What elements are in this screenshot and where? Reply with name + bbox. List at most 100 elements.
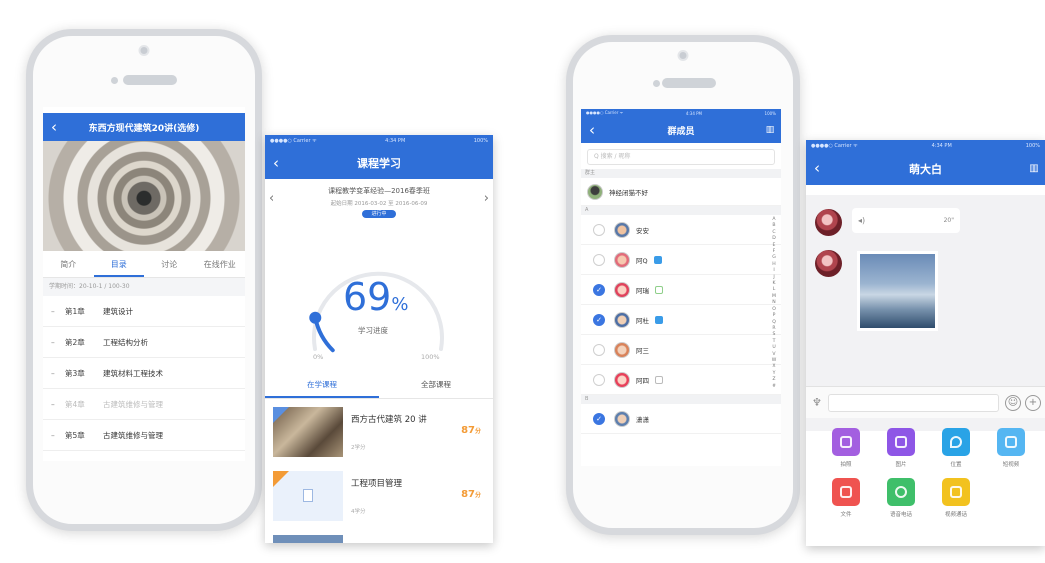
tab-discussion[interactable]: 讨论 [144, 251, 195, 277]
chapter-name: 工程结构分析 [103, 337, 148, 347]
member-name: 阿瑞 [636, 286, 649, 295]
battery-label: 100% [1025, 143, 1040, 149]
chapter-row[interactable]: – 第5章 古建筑维修与管理 [43, 420, 245, 451]
avatar [587, 183, 603, 200]
chapter-number: 第5章 [65, 430, 85, 440]
alphabet-index[interactable]: A B C D E F G H I J K L M N O P Q R S T U V W X Y Z # [771, 217, 777, 390]
member-name: 阿Q [636, 256, 648, 265]
course-score: 87分 [461, 425, 481, 436]
course-card[interactable]: 工程项目管理 4学分 87分 [273, 471, 487, 529]
section-header: 群主 [581, 169, 781, 178]
back-icon[interactable]: ‹ [806, 161, 828, 176]
member-checkbox[interactable] [593, 253, 605, 266]
chat-title: 萌大白 [909, 162, 942, 176]
section-header: A [581, 206, 781, 215]
member-checkbox[interactable] [593, 373, 605, 386]
chapter-row[interactable]: – 第2章 工程结构分析 [43, 327, 245, 358]
video-clip-icon [997, 428, 1025, 456]
score-unit: 分 [474, 492, 481, 499]
emoji-icon[interactable]: ☺ [1005, 394, 1021, 411]
member-row[interactable]: 阿四 [581, 365, 781, 395]
group-members-screen: ●●●●○ Carrier ᯤ 4:34 PM 100% ‹ 群成员 ▥ Q 搜… [581, 109, 781, 466]
owner-row[interactable]: 神经闭猫不好 [581, 178, 781, 206]
nav-bar: ‹ 东西方现代建筑20讲(选修) [43, 113, 245, 141]
member-row[interactable]: 阿三 [581, 335, 781, 365]
tab-homework[interactable]: 在线作业 [195, 251, 246, 277]
chapter-number: 第4章 [65, 399, 85, 409]
voice-duration: 20" [943, 217, 954, 224]
file-tool[interactable]: 文件 [822, 478, 870, 518]
picture-icon [887, 428, 915, 456]
chapter-number: 第3章 [65, 368, 85, 378]
index-letter[interactable]: # [771, 384, 777, 390]
chapter-row[interactable]: – 第4章 古建筑维修与管理 [43, 389, 245, 420]
location-pin-icon [942, 428, 970, 456]
status-bar: ●●●●○ Carrier ᯤ 4:34 PM 100% [265, 135, 493, 147]
camera-tool[interactable]: 拍照 [822, 428, 870, 468]
avatar [614, 371, 630, 388]
member-row[interactable]: ✓ 阿杜 [581, 305, 781, 335]
tool-label: 位置 [950, 462, 962, 468]
back-icon[interactable]: ‹ [581, 122, 603, 138]
member-row[interactable]: 安安 [581, 215, 781, 245]
video-camera-icon [942, 478, 970, 506]
role-tag [655, 375, 663, 384]
member-checkbox-checked[interactable]: ✓ [593, 283, 605, 296]
role-tag [655, 285, 663, 294]
course-card[interactable]: 西方古代建筑 20 讲 2学分 87分 [273, 407, 487, 465]
tool-label: 图片 [895, 462, 907, 468]
tool-label: 视频通话 [944, 512, 967, 518]
course-title: 工程项目管理 [351, 479, 403, 489]
tab-studying[interactable]: 在学课程 [265, 373, 379, 398]
tab-intro[interactable]: 简介 [43, 251, 94, 277]
short-video-tool[interactable]: 短视频 [987, 428, 1035, 468]
page-title: 群成员 [667, 126, 695, 137]
member-checkbox[interactable] [593, 223, 605, 236]
back-icon[interactable]: ‹ [43, 119, 65, 135]
chat-screen: ●●●●○ Carrier ᯤ 4:34 PM 100% ‹ 萌大白 ▥ ◂) … [806, 140, 1045, 546]
trash-icon[interactable]: ▥ [759, 125, 781, 135]
page-title: 课程学习 [357, 157, 401, 170]
picture-tool[interactable]: 图片 [877, 428, 925, 468]
camera-icon [138, 45, 150, 56]
avatar [614, 281, 630, 298]
microphone-icon[interactable]: ♆ [812, 396, 822, 409]
message-input[interactable] [827, 393, 999, 412]
contact-avatar [815, 209, 842, 236]
progress-knob [309, 311, 322, 324]
carrier-label: ●●●●○ Carrier ᯤ [586, 110, 624, 115]
plus-icon[interactable]: + [1025, 394, 1041, 411]
document-icon [303, 489, 313, 502]
course-title: 西方古代建筑 20 讲 [351, 415, 427, 425]
chapter-number: 第1章 [65, 306, 85, 316]
voice-message[interactable]: ◂) 20" [852, 208, 960, 233]
prev-course-icon[interactable]: ‹ [269, 191, 274, 206]
progress-percent: 69% [343, 275, 408, 319]
location-tool[interactable]: 位置 [932, 428, 980, 468]
member-row[interactable]: 阿Q [581, 245, 781, 275]
member-checkbox-checked[interactable]: ✓ [593, 313, 605, 326]
page-title: 东西方现代建筑20讲(选修) [88, 123, 200, 134]
member-search-input[interactable]: Q 搜索 / 昵称 [587, 149, 775, 165]
back-icon[interactable]: ‹ [265, 155, 287, 171]
chapter-row[interactable]: – 第1章 建筑设计 [43, 296, 245, 327]
carrier-label: ●●●●○ Carrier ᯤ [270, 138, 317, 144]
member-checkbox-checked[interactable]: ✓ [593, 412, 605, 425]
dash-icon: – [51, 368, 55, 378]
battery-label: 100% [473, 138, 488, 144]
course-score: 87分 [461, 489, 481, 500]
member-row[interactable]: ✓ 潇潇 [581, 404, 781, 434]
member-row[interactable]: ✓ 阿瑞 [581, 275, 781, 305]
tab-catalog[interactable]: 目录 [93, 251, 144, 277]
tab-all-courses[interactable]: 全部课程 [379, 373, 493, 398]
next-course-icon[interactable]: › [484, 191, 489, 206]
voice-call-tool[interactable]: 语音电话 [877, 478, 925, 518]
member-checkbox[interactable] [593, 343, 605, 356]
trash-icon[interactable]: ▥ [1023, 163, 1045, 174]
chapter-row[interactable]: – 第3章 建筑材料工程技术 [43, 358, 245, 389]
folder-icon [832, 478, 860, 506]
video-call-tool[interactable]: 视频通话 [932, 478, 980, 518]
sensor-dot [653, 80, 660, 87]
avatar [614, 341, 630, 358]
image-message[interactable] [857, 251, 938, 331]
